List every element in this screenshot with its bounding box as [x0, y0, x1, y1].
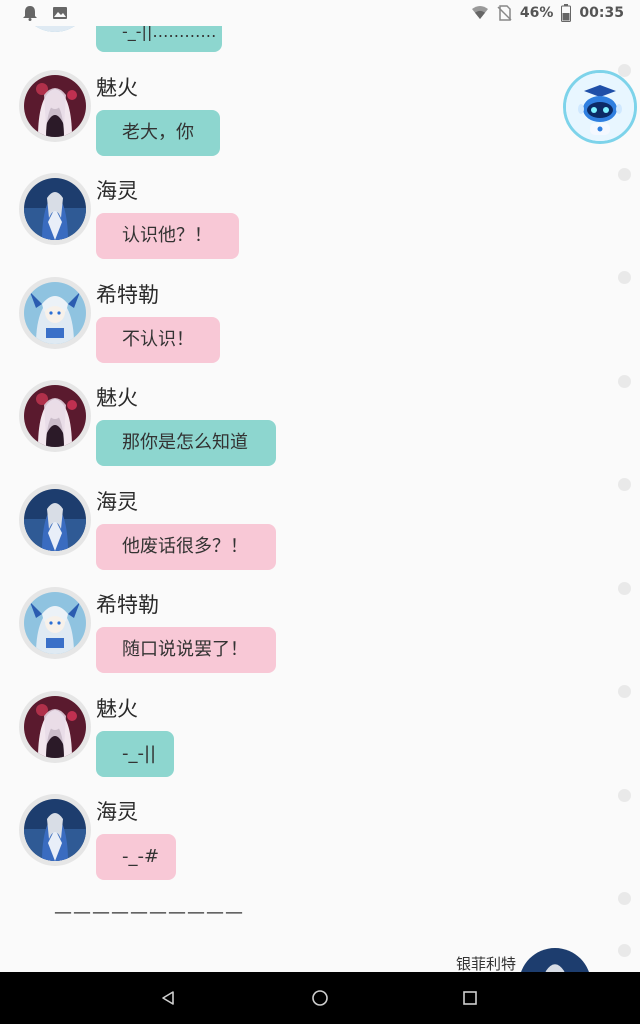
robot-icon	[566, 73, 634, 141]
avatar[interactable]	[19, 794, 91, 866]
status-bar: 46% 00:35	[0, 0, 640, 26]
sender-name: 魅火	[96, 76, 138, 100]
message-bubble[interactable]: -_-||	[96, 731, 174, 777]
message-text: 老大，你	[122, 122, 194, 143]
sender-name: 海灵	[96, 490, 138, 514]
message-bubble[interactable]: 那你是怎么知道	[96, 420, 276, 466]
avatar[interactable]	[19, 277, 91, 349]
battery-icon	[561, 4, 572, 22]
scroll-dot	[618, 168, 631, 181]
avatar[interactable]	[19, 173, 91, 245]
sender-name: 海灵	[96, 179, 138, 203]
avatar[interactable]	[519, 948, 591, 972]
list-item: 魅火 -_-||	[0, 691, 600, 795]
message-text: 那你是怎么知道	[122, 432, 248, 453]
recents-icon	[463, 991, 477, 1005]
scroll-dot	[618, 944, 631, 957]
notification-icon	[23, 6, 37, 21]
no-sim-icon	[497, 5, 512, 21]
scroll-dot	[618, 892, 631, 905]
back-icon	[162, 991, 174, 1005]
navigation-bar	[0, 972, 640, 1024]
scroll-dot	[618, 582, 631, 595]
wifi-icon	[471, 6, 488, 19]
scroll-dot	[618, 478, 631, 491]
sender-name: 希特勒	[96, 593, 159, 617]
message-text: 不认识！	[122, 329, 194, 350]
list-item: 魅火 那你是怎么知道	[0, 380, 600, 484]
list-item: 魅火 老大，你	[0, 70, 600, 174]
avatar[interactable]	[19, 691, 91, 763]
section-divider: ——————————	[54, 902, 244, 923]
sender-name: 魅火	[96, 697, 138, 721]
message-text: -_-#	[122, 846, 160, 867]
sender-name: 海灵	[96, 800, 138, 824]
message-text: 他废话很多？！	[122, 536, 248, 557]
list-item: 海灵 -_-#	[0, 794, 600, 898]
sender-name: 希特勒	[96, 283, 159, 307]
avatar[interactable]	[19, 587, 91, 659]
message-bubble[interactable]: 认识他？！	[96, 213, 239, 259]
message-text: 随口说说罢了！	[122, 639, 248, 660]
back-button[interactable]	[128, 972, 208, 1024]
home-button[interactable]	[280, 972, 360, 1024]
avatar[interactable]	[19, 484, 91, 556]
avatar[interactable]	[19, 380, 91, 452]
avatar[interactable]	[19, 70, 91, 142]
message-text: -_-||	[122, 743, 157, 764]
message-text: 认识他？！	[122, 225, 212, 246]
home-icon	[312, 990, 328, 1006]
chat-list[interactable]: -_-||………… 魅火 老大，你 海灵 认识他？！ 希特勒 不认识！ 魅火 那…	[0, 0, 640, 972]
list-item: 希特勒 不认识！	[0, 277, 600, 381]
message-bubble[interactable]: 随口说说罢了！	[96, 627, 276, 673]
message-bubble[interactable]: 老大，你	[96, 110, 220, 156]
scroll-dot	[618, 685, 631, 698]
message-bubble[interactable]: -_-#	[96, 834, 176, 880]
robot-assistant-button[interactable]	[563, 70, 637, 144]
list-item: 海灵 认识他？！	[0, 173, 600, 277]
clock: 00:35	[579, 5, 624, 21]
gallery-icon	[53, 7, 67, 19]
scroll-dot	[618, 271, 631, 284]
sender-name: 魅火	[96, 386, 138, 410]
battery-percent: 46%	[519, 5, 554, 21]
scroll-dot	[618, 789, 631, 802]
recents-button[interactable]	[430, 972, 510, 1024]
sender-name: 银菲利特	[456, 955, 517, 972]
message-bubble[interactable]: 不认识！	[96, 317, 220, 363]
message-bubble[interactable]: 他废话很多？！	[96, 524, 276, 570]
scroll-dot	[618, 375, 631, 388]
list-item: 希特勒 随口说说罢了！	[0, 587, 600, 691]
list-item: 海灵 他废话很多？！	[0, 484, 600, 588]
